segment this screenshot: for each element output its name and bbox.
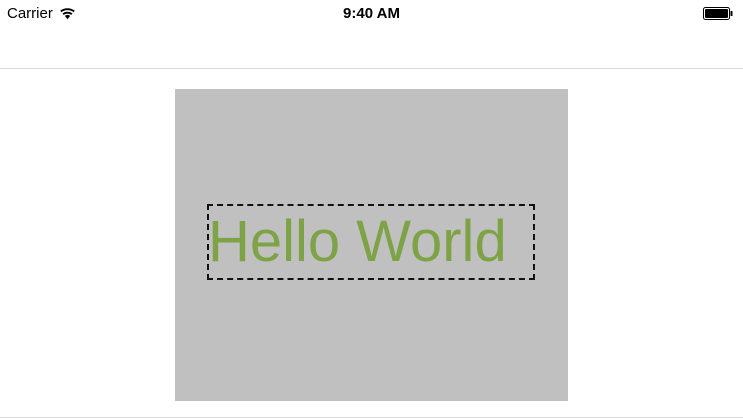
- status-bar: Carrier 9:40 AM: [0, 0, 743, 28]
- navigation-bar: [0, 28, 743, 69]
- hello-world-label: Hello World: [208, 209, 507, 274]
- battery-icon: [703, 7, 733, 20]
- status-time: 9:40 AM: [343, 5, 400, 22]
